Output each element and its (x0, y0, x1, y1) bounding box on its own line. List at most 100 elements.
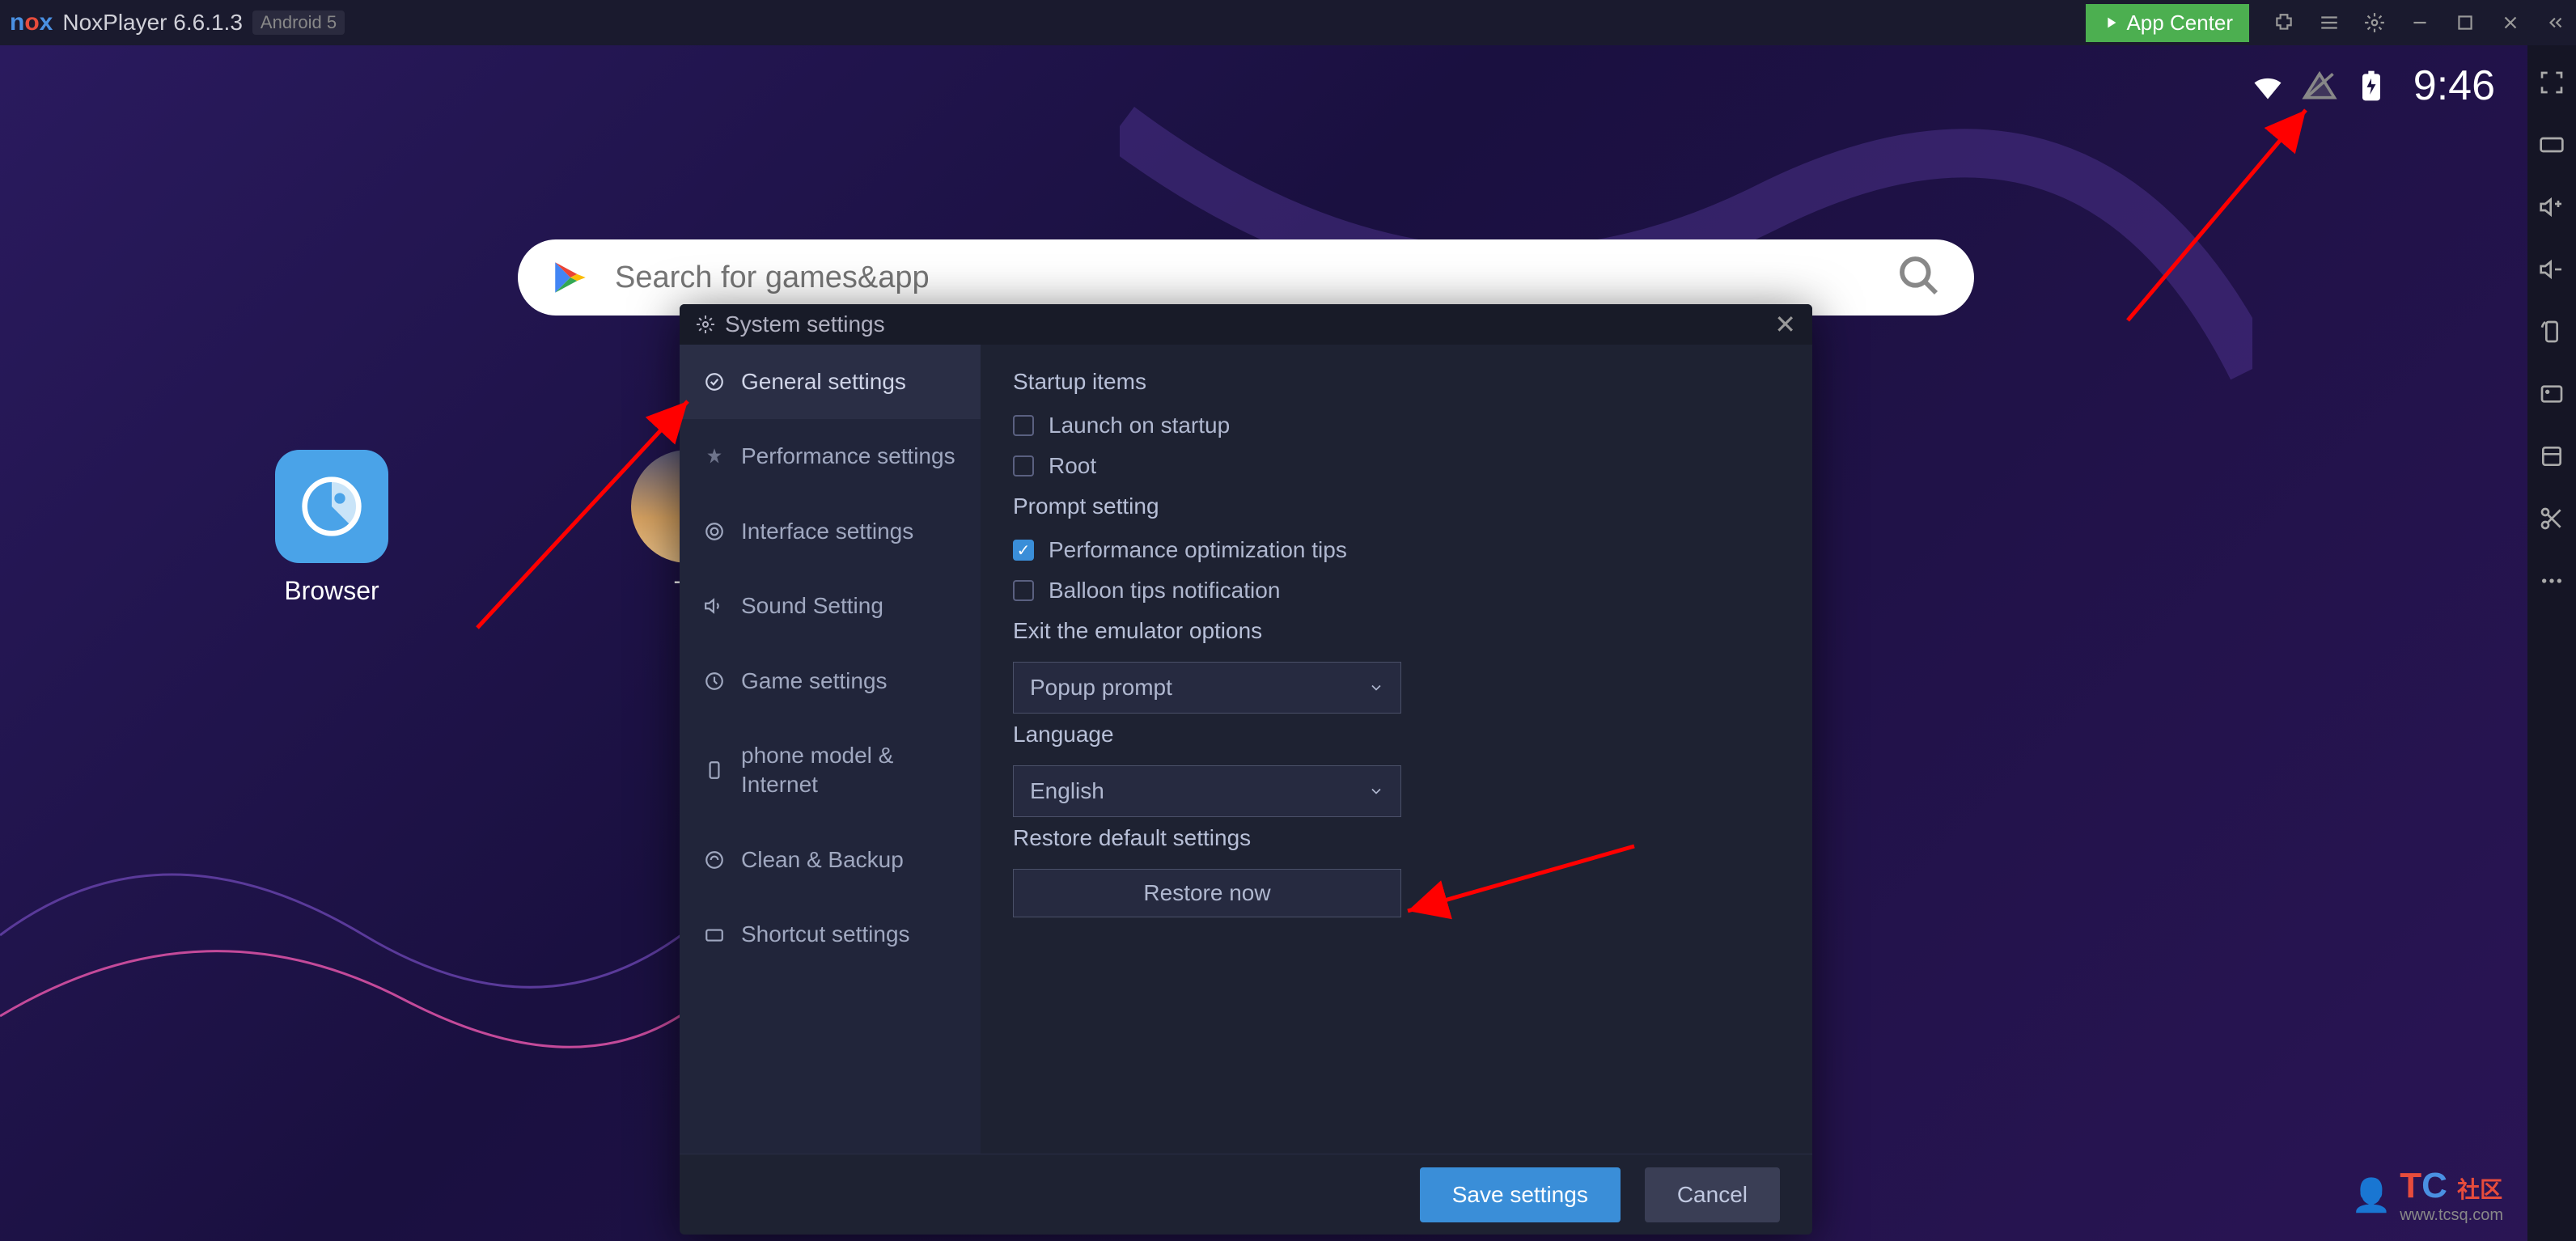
more-icon[interactable] (2539, 568, 2565, 598)
fullscreen-icon[interactable] (2539, 70, 2565, 100)
exit-select-value: Popup prompt (1030, 675, 1368, 701)
app-browser[interactable]: Browser (275, 450, 388, 606)
launch-startup-row[interactable]: Launch on startup (1013, 413, 1780, 438)
gear-icon (696, 315, 715, 334)
launch-startup-label: Launch on startup (1049, 413, 1230, 438)
sidebar-label: Shortcut settings (741, 920, 910, 949)
exit-section-title: Exit the emulator options (1013, 618, 1780, 644)
balloon-tips-row[interactable]: Balloon tips notification (1013, 578, 1780, 604)
window-titlebar: nox NoxPlayer 6.6.1.3 Android 5 App Cent… (0, 0, 2576, 45)
android-badge: Android 5 (252, 11, 345, 35)
sidebar-label: Game settings (741, 667, 888, 696)
browser-label: Browser (284, 576, 379, 606)
dialog-header: System settings ✕ (680, 304, 1812, 345)
signal-muted-icon (2302, 68, 2337, 104)
phone-icon (704, 760, 725, 781)
sidebar-label: Interface settings (741, 517, 913, 546)
sidebar-item-general[interactable]: General settings (680, 345, 981, 419)
chevron-down-icon (1368, 783, 1384, 799)
settings-sidebar: General settings Performance settings In… (680, 345, 981, 1154)
maximize-icon[interactable] (2455, 12, 2476, 33)
nox-logo: nox (10, 9, 53, 36)
rotate-icon[interactable] (2539, 319, 2565, 349)
sidebar-item-performance[interactable]: Performance settings (680, 419, 981, 493)
google-play-icon (550, 257, 591, 298)
watermark-badge: 社区 (2457, 1177, 2502, 1202)
checkbox-checked[interactable] (1013, 540, 1034, 561)
general-icon (704, 371, 725, 392)
startup-section-title: Startup items (1013, 369, 1780, 395)
play-icon (2102, 14, 2120, 32)
sidebar-item-sound[interactable]: Sound Setting (680, 569, 981, 643)
volume-up-icon[interactable] (2539, 194, 2565, 224)
settings-content: Startup items Launch on startup Root Pro… (981, 345, 1812, 1154)
exit-select[interactable]: Popup prompt (1013, 662, 1401, 714)
sidebar-label: Clean & Backup (741, 845, 904, 875)
interface-icon (704, 521, 725, 542)
sidebar-label: General settings (741, 367, 906, 396)
screenshot-icon[interactable] (2539, 381, 2565, 411)
dialog-close-button[interactable]: ✕ (1774, 309, 1796, 340)
checkbox-unchecked[interactable] (1013, 455, 1034, 476)
dialog-footer: Save settings Cancel (680, 1154, 1812, 1235)
sidebar-label: Performance settings (741, 442, 955, 471)
perf-tips-row[interactable]: Performance optimization tips (1013, 537, 1780, 563)
shortcut-icon (704, 924, 725, 945)
sidebar-item-clean[interactable]: Clean & Backup (680, 823, 981, 897)
sidebar-item-interface[interactable]: Interface settings (680, 494, 981, 569)
puzzle-icon[interactable] (2273, 12, 2294, 33)
keyboard-icon[interactable] (2539, 132, 2565, 162)
search-icon[interactable] (1896, 253, 1942, 303)
save-button-label: Save settings (1452, 1182, 1588, 1207)
dialog-title: System settings (725, 311, 1774, 337)
apk-icon[interactable] (2539, 443, 2565, 473)
wifi-icon (2250, 68, 2286, 104)
sidebar-item-phone[interactable]: phone model & Internet (680, 718, 981, 823)
language-section-title: Language (1013, 722, 1780, 748)
clock: 9:46 (2413, 61, 2495, 110)
sound-icon (704, 595, 725, 616)
app-center-button[interactable]: App Center (2086, 4, 2249, 42)
android-statusbar: 9:46 (2250, 61, 2495, 110)
sidebar-label: phone model & Internet (741, 741, 956, 800)
sidebar-item-shortcut[interactable]: Shortcut settings (680, 897, 981, 972)
restore-button-label: Restore now (1143, 880, 1270, 906)
app-title: NoxPlayer 6.6.1.3 (62, 10, 243, 36)
emulator-sidebar (2527, 45, 2576, 1241)
restore-button[interactable]: Restore now (1013, 869, 1401, 917)
root-row[interactable]: Root (1013, 453, 1780, 479)
annotation-arrow (2104, 94, 2346, 337)
perf-tips-label: Performance optimization tips (1049, 537, 1347, 563)
game-icon (704, 671, 725, 692)
battery-charging-icon (2354, 68, 2389, 104)
watermark: 👤 TC 社区 www.tcsq.com (2351, 1166, 2503, 1225)
watermark-url: www.tcsq.com (2400, 1206, 2503, 1225)
browser-icon (275, 450, 388, 563)
scissors-icon[interactable] (2539, 506, 2565, 536)
language-select[interactable]: English (1013, 765, 1401, 817)
checkbox-unchecked[interactable] (1013, 580, 1034, 601)
cancel-button-label: Cancel (1677, 1182, 1748, 1207)
close-icon[interactable] (2500, 12, 2521, 33)
root-label: Root (1049, 453, 1096, 479)
balloon-tips-label: Balloon tips notification (1049, 578, 1280, 604)
language-select-value: English (1030, 778, 1368, 804)
performance-icon (704, 447, 725, 468)
system-settings-dialog: System settings ✕ General settings Perfo… (680, 304, 1812, 1235)
app-center-label: App Center (2126, 11, 2233, 36)
search-input[interactable] (615, 260, 1896, 295)
main-area: 9:46 Browser To (0, 45, 2576, 1241)
restore-section-title: Restore default settings (1013, 825, 1780, 851)
menu-icon[interactable] (2319, 12, 2340, 33)
sidebar-label: Sound Setting (741, 591, 883, 620)
sidebar-item-game[interactable]: Game settings (680, 644, 981, 718)
clean-icon (704, 849, 725, 870)
checkbox-unchecked[interactable] (1013, 415, 1034, 436)
settings-icon[interactable] (2364, 12, 2385, 33)
volume-down-icon[interactable] (2539, 256, 2565, 286)
collapse-icon[interactable] (2545, 12, 2566, 33)
chevron-down-icon (1368, 680, 1384, 696)
cancel-button[interactable]: Cancel (1645, 1167, 1780, 1222)
minimize-icon[interactable] (2409, 12, 2430, 33)
save-button[interactable]: Save settings (1420, 1167, 1621, 1222)
